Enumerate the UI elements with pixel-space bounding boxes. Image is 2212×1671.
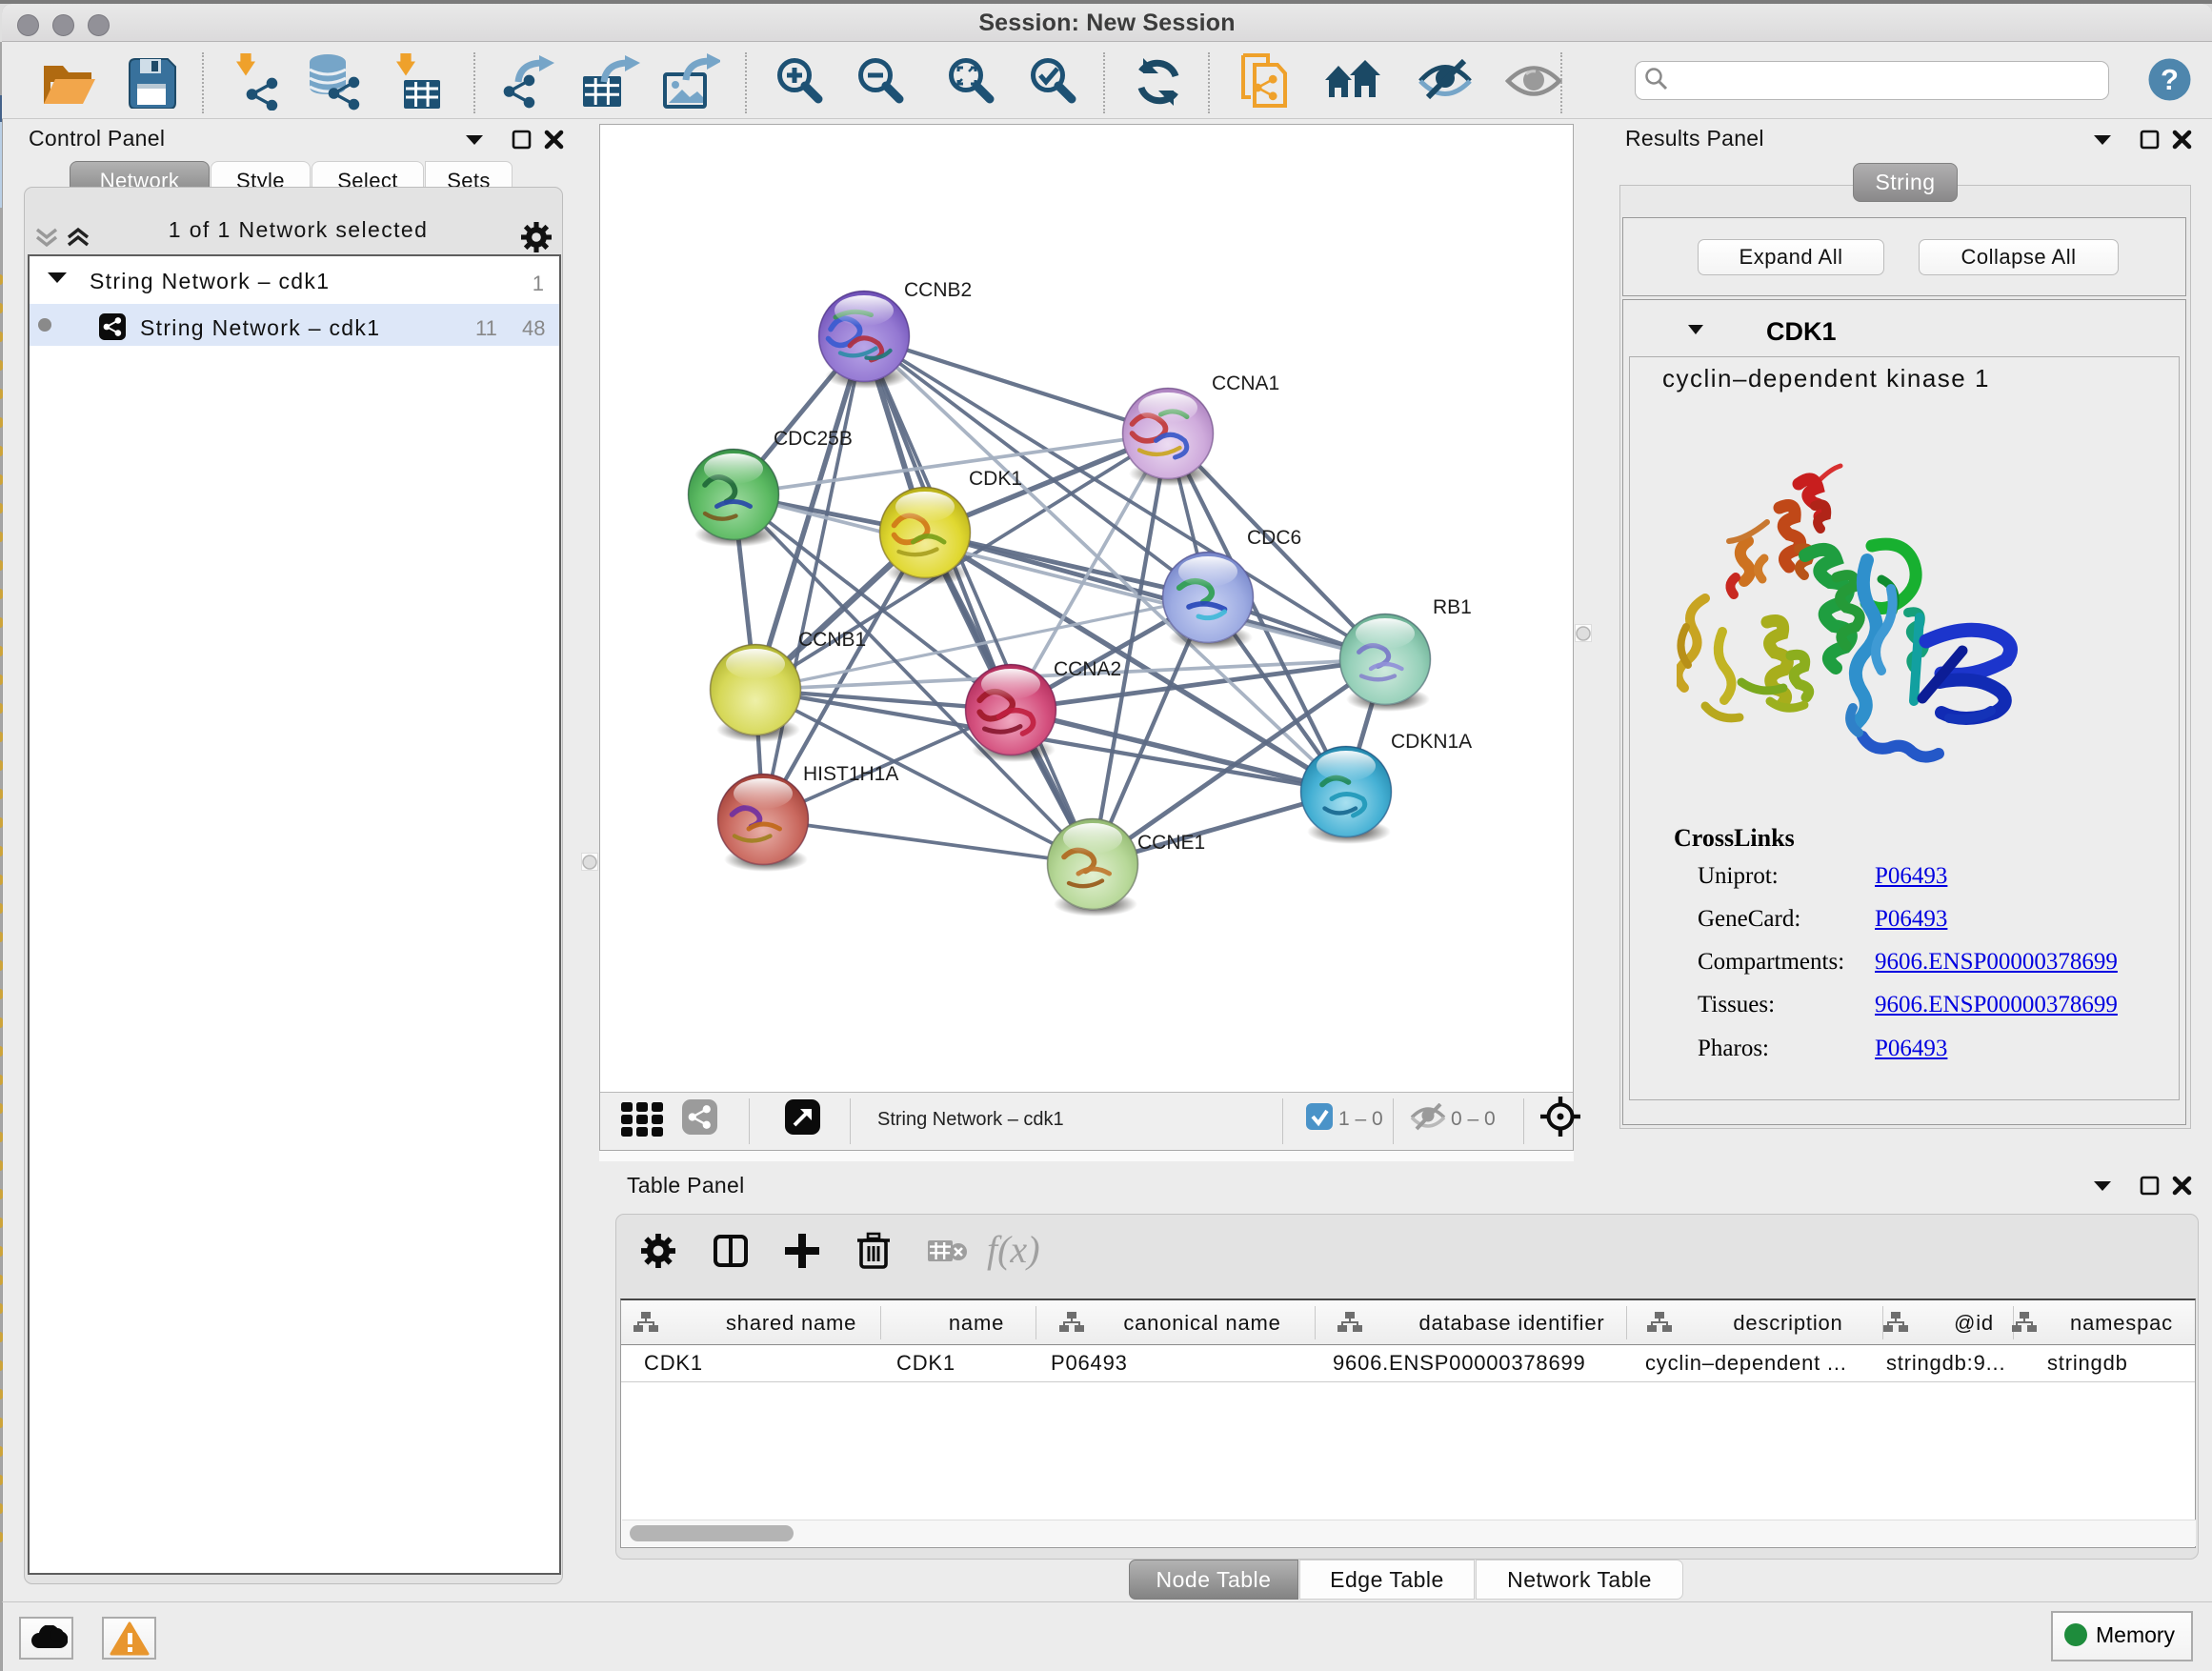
svg-text:CDC6: CDC6	[1247, 527, 1301, 549]
svg-text:CCNB2: CCNB2	[904, 279, 972, 301]
svg-text:CDKN1A: CDKN1A	[1391, 731, 1472, 753]
svg-text:CCNE1: CCNE1	[1137, 832, 1205, 854]
svg-text:HIST1H1A: HIST1H1A	[803, 763, 898, 785]
svg-text:CCNA1: CCNA1	[1212, 372, 1279, 394]
svg-text:CDC25B: CDC25B	[774, 428, 853, 450]
svg-text:CCNA2: CCNA2	[1054, 658, 1121, 680]
svg-text:RB1: RB1	[1433, 596, 1472, 618]
svg-text:CCNB1: CCNB1	[798, 629, 866, 651]
svg-text:CDK1: CDK1	[969, 468, 1022, 490]
svg-text:?: ?	[2161, 63, 2179, 96]
